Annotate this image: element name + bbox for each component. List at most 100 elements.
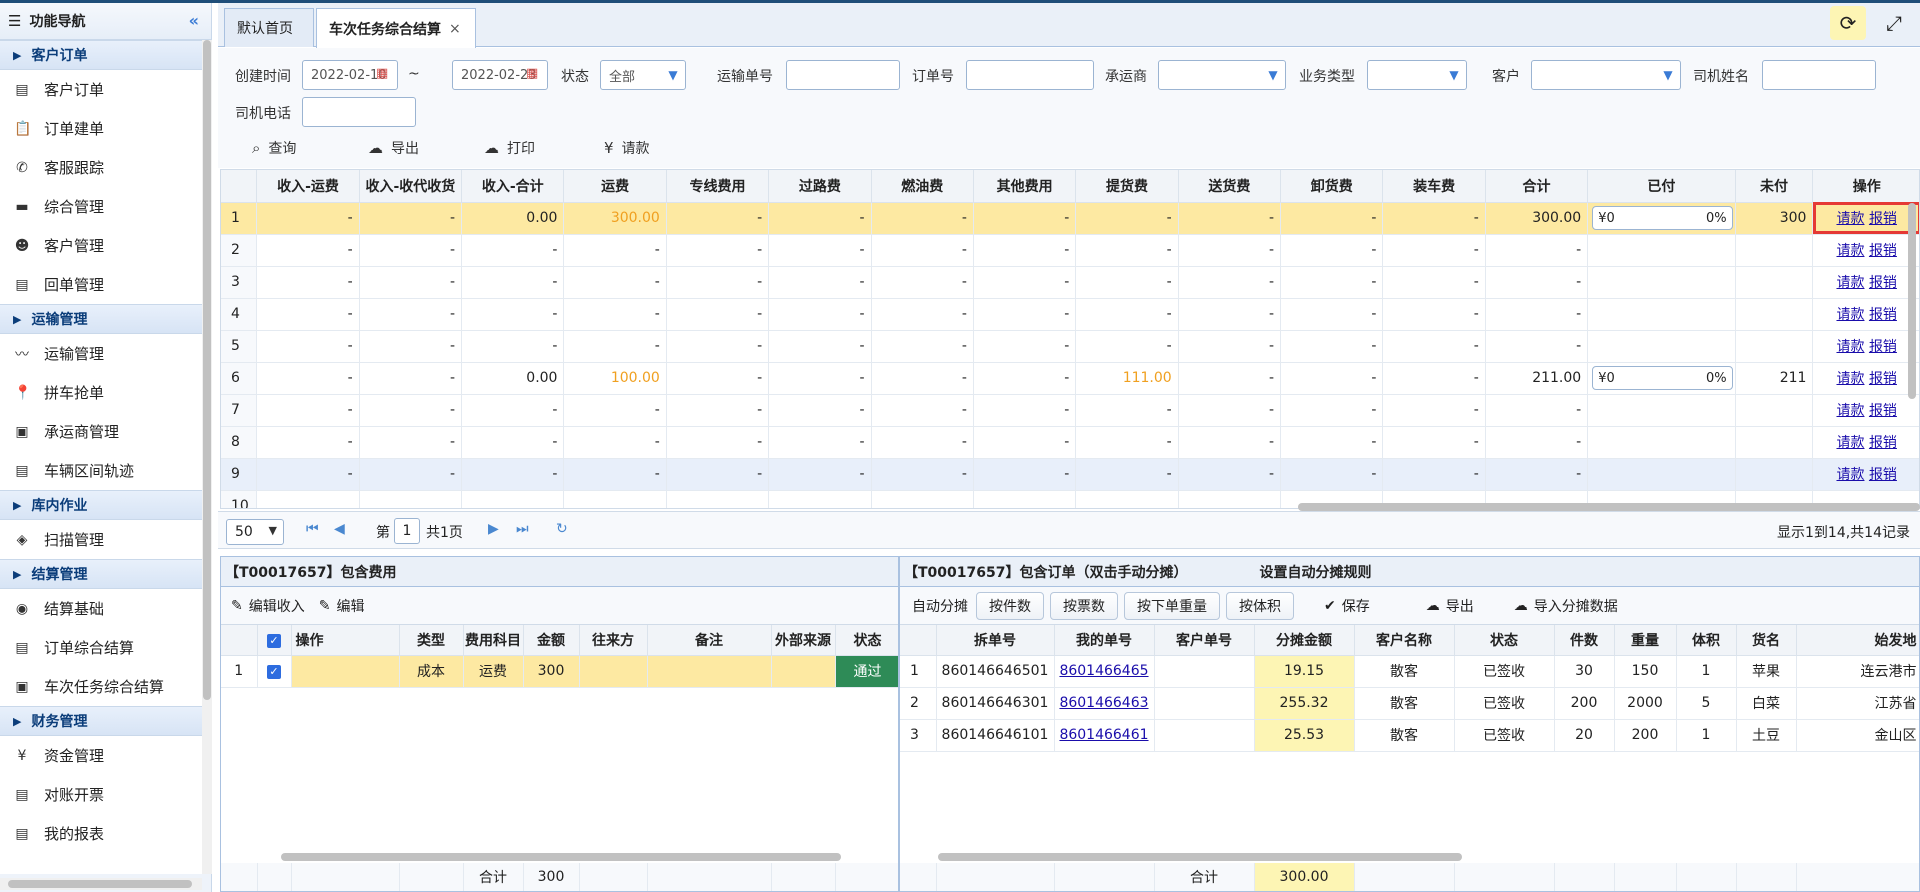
cell-allocated-amount[interactable]: 255.32: [1254, 687, 1355, 720]
table-row[interactable]: 4- - - - - - - - - - - - - 请款 报销: [221, 298, 1919, 331]
column-header[interactable]: 状态: [1454, 625, 1555, 656]
fullscreen-icon[interactable]: ⤢: [1876, 6, 1912, 40]
column-header[interactable]: 燃油费: [871, 170, 974, 203]
request-payment-link[interactable]: 请款: [1836, 211, 1864, 227]
sidebar-vertical-scrollbar[interactable]: [202, 40, 212, 874]
driver-name-input[interactable]: [1762, 60, 1876, 90]
request-payment-link[interactable]: 请款: [1836, 243, 1864, 259]
column-header[interactable]: 我的单号: [1054, 625, 1155, 656]
reimburse-link[interactable]: 报销: [1869, 403, 1897, 419]
table-row[interactable]: 7- - - - - - - - - - - - - 请款 报销: [221, 394, 1919, 427]
menu-group-warehouse[interactable]: ▶ 库内作业: [0, 490, 202, 520]
column-header[interactable]: 装车费: [1382, 170, 1486, 203]
table-row[interactable]: 1- -0.00 300.00- - - - - - - -300.00 ¥0 0% 300 请款 报销: [221, 202, 1919, 235]
scrollbar-thumb[interactable]: [8, 880, 192, 888]
paid-input[interactable]: ¥0 0%: [1592, 206, 1733, 230]
date-from-input[interactable]: 2022-02-10 ▦: [302, 60, 398, 90]
collapse-sidebar-icon[interactable]: «: [189, 11, 199, 30]
column-header[interactable]: 件数: [1554, 625, 1615, 656]
table-row[interactable]: 1 860146646501 8601466465 19.15 散客 已签收 30 150 1 苹…: [900, 655, 1919, 688]
table-row[interactable]: 3- - - - - - - - - - - - - 请款 报销: [221, 266, 1919, 299]
carrier-select[interactable]: ▼: [1158, 60, 1286, 90]
column-header[interactable]: 拆单号: [936, 625, 1055, 656]
menu-item-carpool[interactable]: 📍 拼车抢单: [0, 373, 202, 412]
first-page-icon[interactable]: ⏮: [306, 521, 319, 537]
column-header[interactable]: 始发地: [1796, 625, 1919, 656]
menu-item-general-management[interactable]: ▬ 综合管理: [0, 187, 202, 226]
column-header[interactable]: 合计: [1485, 170, 1589, 203]
menu-item-service-tracking[interactable]: ✆ 客服跟踪: [0, 148, 202, 187]
last-page-icon[interactable]: ⏭: [516, 521, 529, 537]
column-header[interactable]: 体积: [1676, 625, 1737, 656]
column-header[interactable]: 货名: [1736, 625, 1797, 656]
menu-item-my-reports[interactable]: ▤ 我的报表: [0, 814, 202, 853]
table-row[interactable]: 2 860146646301 8601466463 255.32 散客 已签收 200 200…: [900, 687, 1919, 720]
column-header[interactable]: 未付: [1735, 170, 1814, 203]
edit-income-button[interactable]: ✎ 编辑收入: [231, 596, 305, 616]
request-payment-link[interactable]: 请款: [1836, 371, 1864, 387]
column-header[interactable]: 金额: [523, 625, 580, 656]
column-header[interactable]: 专线费用: [666, 170, 770, 203]
column-header[interactable]: 类型: [399, 625, 464, 656]
paid-cell[interactable]: ¥0 0%: [1587, 202, 1736, 235]
column-header[interactable]: 状态: [835, 625, 898, 656]
paid-cell[interactable]: ¥0 0%: [1587, 362, 1736, 395]
column-header[interactable]: 操作: [291, 625, 400, 656]
reimburse-link[interactable]: 报销: [1869, 211, 1897, 227]
close-tab-icon[interactable]: ×: [449, 21, 461, 37]
menu-group-settlement[interactable]: ▶ 结算管理: [0, 559, 202, 589]
column-header[interactable]: 提货费: [1075, 170, 1179, 203]
allocate-by-tickets-button[interactable]: 按票数: [1050, 591, 1118, 620]
column-header[interactable]: 客户单号: [1154, 625, 1255, 656]
column-header[interactable]: 收入-运费: [256, 170, 360, 203]
customer-select[interactable]: ▼: [1531, 60, 1681, 90]
driver-phone-input[interactable]: [302, 97, 416, 127]
reload-icon[interactable]: ↻: [556, 521, 568, 537]
column-header[interactable]: 过路费: [768, 170, 872, 203]
reimburse-link[interactable]: 报销: [1869, 435, 1897, 451]
request-payment-link[interactable]: 请款: [1836, 275, 1864, 291]
tab-home[interactable]: 默认首页: [224, 8, 314, 47]
select-all-checkbox[interactable]: ✓: [257, 625, 292, 656]
reimburse-link[interactable]: 报销: [1869, 243, 1897, 259]
order-link[interactable]: 8601466465: [1059, 663, 1148, 679]
row-checkbox[interactable]: ✓: [257, 655, 292, 688]
scrollbar-thumb[interactable]: [203, 40, 211, 700]
query-button[interactable]: ⌕ 查询: [252, 138, 296, 158]
column-header[interactable]: 分摊金额: [1254, 625, 1355, 656]
import-allocation-button[interactable]: ☁ 导入分摊数据: [1514, 596, 1618, 616]
menu-item-customer-management[interactable]: ☻ 客户管理: [0, 226, 202, 265]
menu-item-scan-management[interactable]: ◈ 扫描管理: [0, 520, 202, 559]
order-link[interactable]: 8601466463: [1059, 695, 1148, 711]
column-header[interactable]: 往来方: [579, 625, 648, 656]
table-row[interactable]: 9- - - - - - - - - - - - - 请款 报销: [221, 458, 1919, 491]
table-row[interactable]: 8- - - - - - - - - - - - - 请款 报销: [221, 426, 1919, 459]
menu-group-finance[interactable]: ▶ 财务管理: [0, 706, 202, 736]
cost-horizontal-scrollbar[interactable]: [281, 853, 841, 861]
edit-button[interactable]: ✎ 编辑: [319, 596, 365, 616]
reimburse-link[interactable]: 报销: [1869, 275, 1897, 291]
menu-item-order-create[interactable]: 📋 订单建单: [0, 109, 202, 148]
page-number-input[interactable]: 1: [394, 518, 420, 544]
grid-vertical-scrollbar[interactable]: [1908, 203, 1916, 399]
reimburse-link[interactable]: 报销: [1869, 467, 1897, 483]
date-to-input[interactable]: 2022-02-23 ▦: [452, 60, 548, 90]
tab-trip-settlement[interactable]: 车次任务综合结算 ×: [316, 8, 476, 48]
column-header[interactable]: 备注: [647, 625, 772, 656]
prev-page-icon[interactable]: ◀: [334, 521, 345, 537]
column-header[interactable]: 操作: [1812, 170, 1919, 203]
cell-allocated-amount[interactable]: 25.53: [1254, 719, 1355, 752]
paid-input[interactable]: ¥0 0%: [1592, 366, 1733, 390]
waybill-input[interactable]: [786, 60, 900, 90]
table-row[interactable]: 3 860146646101 8601466461 25.53 散客 已签收 20 200 1 土…: [900, 719, 1919, 752]
table-row[interactable]: 6- -0.00 100.00- - - -111.00- - -211.00 ¥0 0% 211 请…: [221, 362, 1919, 395]
order-no-input[interactable]: [966, 60, 1094, 90]
order-horizontal-scrollbar[interactable]: [938, 853, 1462, 861]
menu-item-settlement-basics[interactable]: ◉ 结算基础: [0, 589, 202, 628]
reimburse-link[interactable]: 报销: [1869, 307, 1897, 323]
menu-item-trip-settlement[interactable]: ▣ 车次任务综合结算: [0, 667, 202, 706]
column-header[interactable]: 卸货费: [1280, 170, 1384, 203]
menu-item-receipt-management[interactable]: ▤ 回单管理: [0, 265, 202, 304]
refresh-icon[interactable]: ⟳: [1830, 6, 1866, 40]
menu-group-transport[interactable]: ▶ 运输管理: [0, 304, 202, 334]
